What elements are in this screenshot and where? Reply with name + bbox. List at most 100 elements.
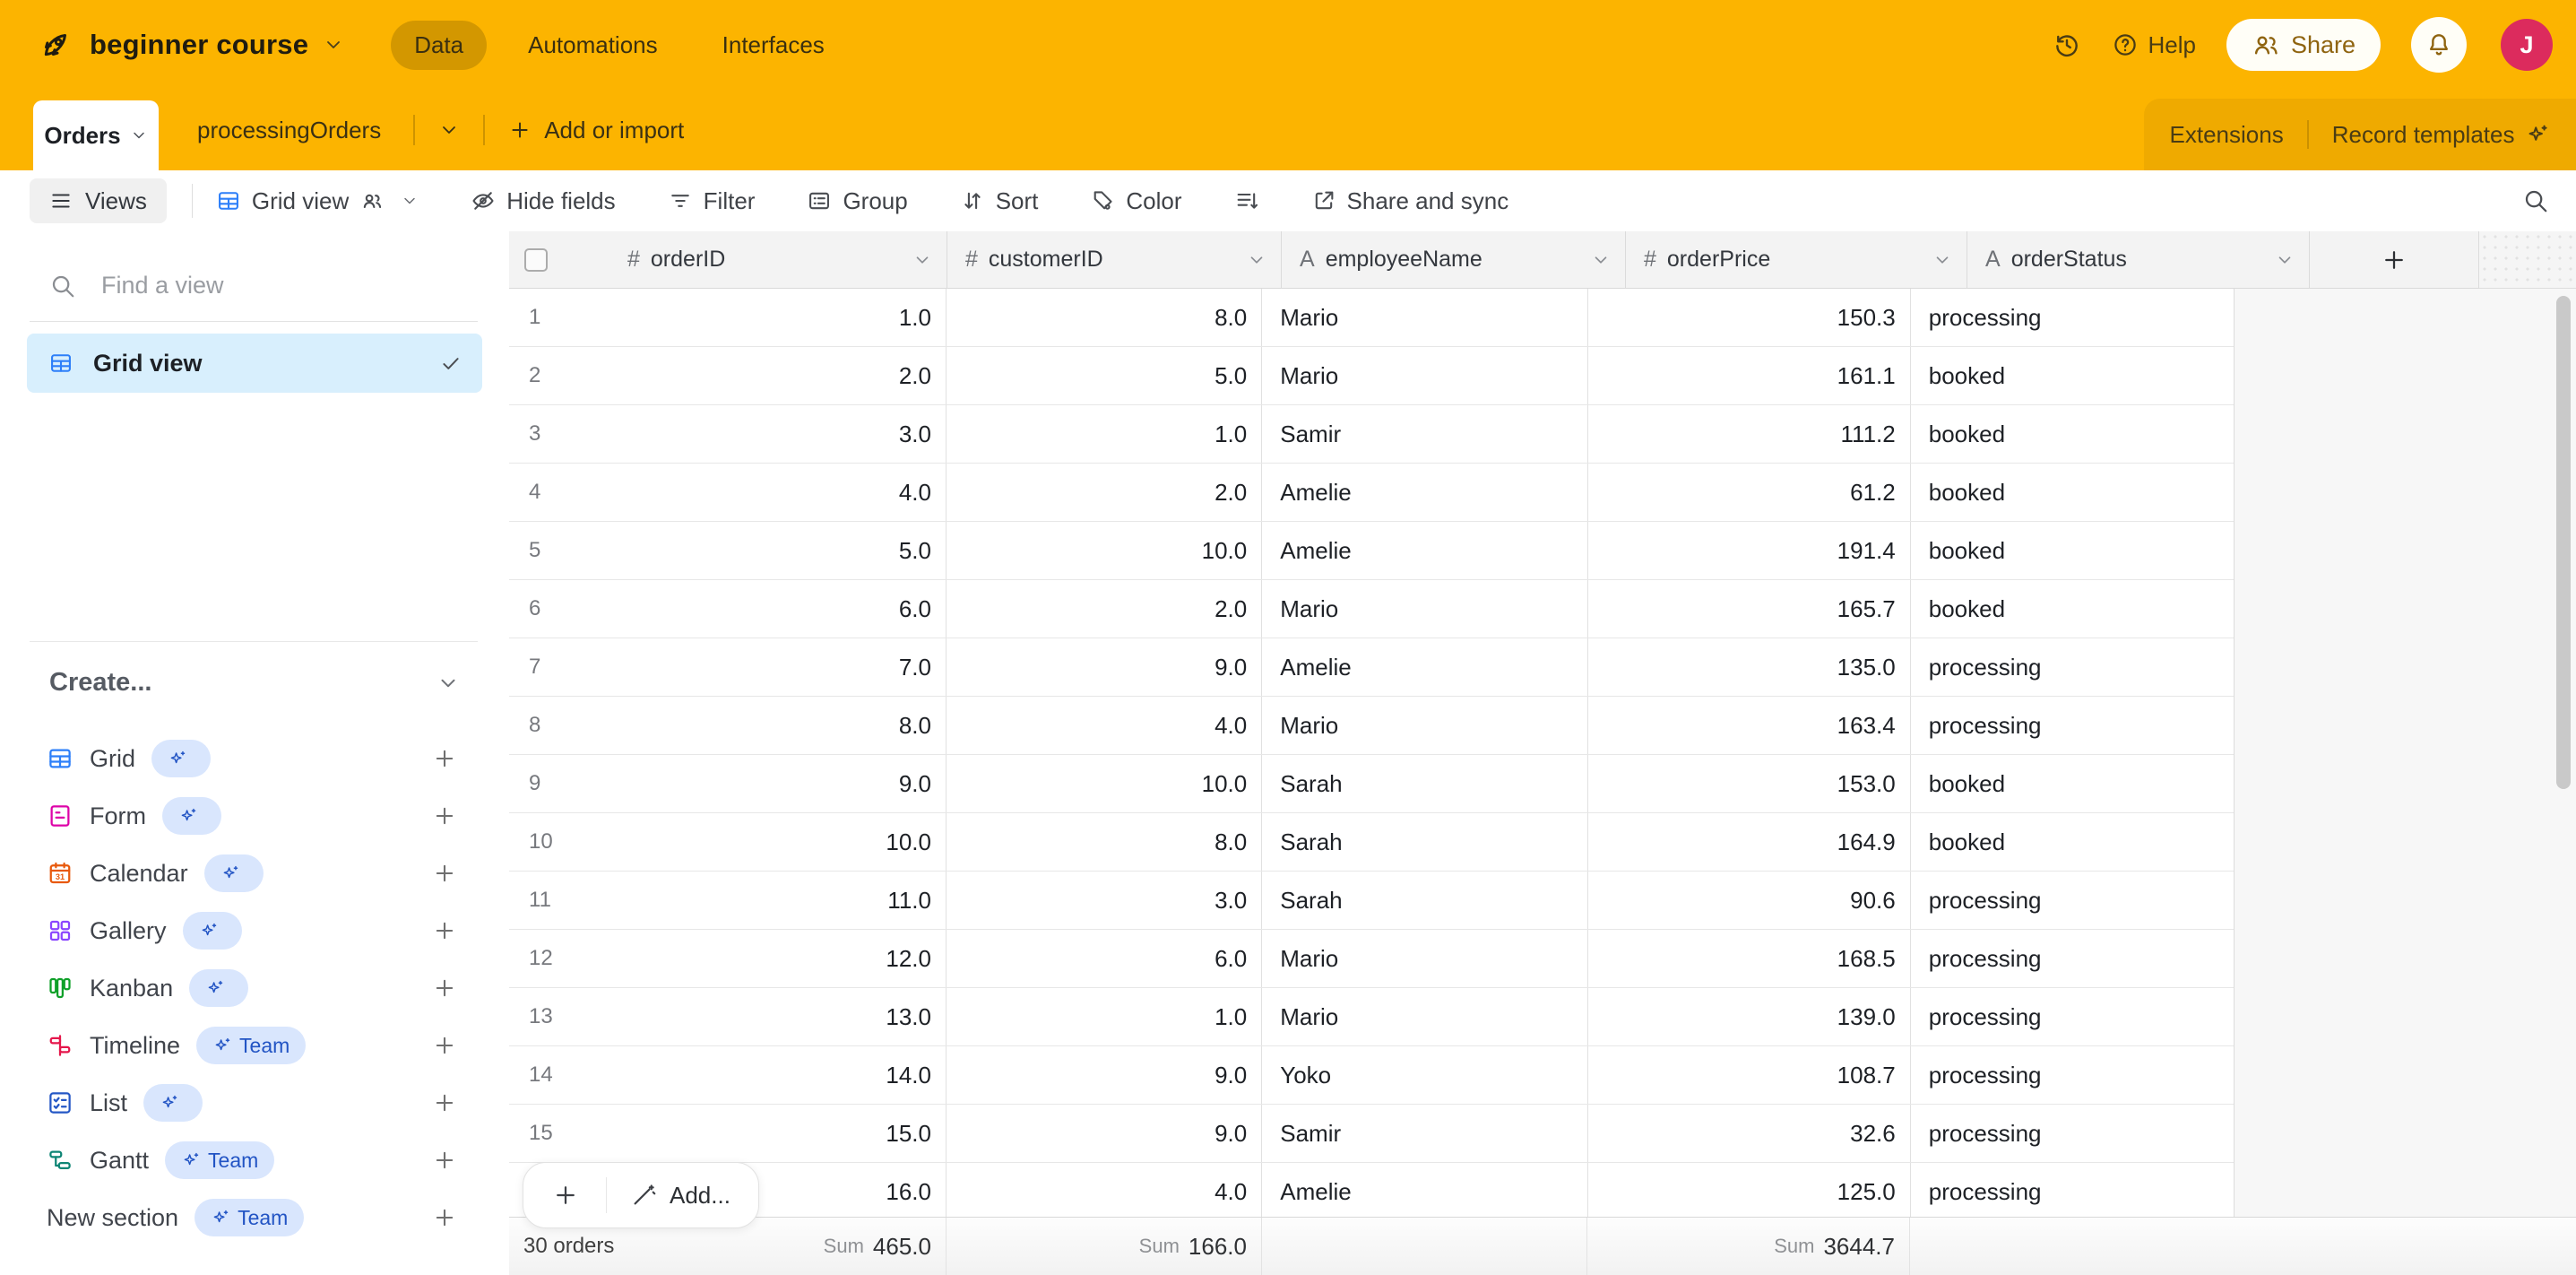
cell-orderStatus[interactable]: booked [1911,479,2234,507]
cell-orderPrice[interactable]: 32.6 [1588,1120,1910,1148]
cell-orderID[interactable]: 13.0 [627,1003,946,1031]
cell-orderID[interactable]: 1.0 [627,304,946,332]
cell-orderPrice[interactable]: 61.2 [1588,479,1910,507]
cell-employeeName[interactable]: Amelie [1262,1178,1586,1206]
cell-customerID[interactable]: 4.0 [947,1178,1261,1206]
cell-employeeName[interactable]: Samir [1262,1120,1586,1148]
cell-employeeName[interactable]: Mario [1262,362,1586,390]
avatar[interactable]: J [2501,19,2553,71]
cell-orderStatus[interactable]: processing [1911,304,2234,332]
cell-orderPrice[interactable]: 163.4 [1588,712,1910,740]
create-view-item-form[interactable]: Form [0,787,509,845]
create-view-item-gallery[interactable]: Gallery [0,902,509,959]
cell-orderPrice[interactable]: 161.1 [1588,362,1910,390]
tab-processing-orders[interactable]: processingOrders [188,117,390,144]
cell-orderStatus[interactable]: processing [1911,1178,2234,1206]
cell-customerID[interactable]: 5.0 [947,362,1261,390]
hide-fields-button[interactable]: Hide fields [471,187,615,215]
column-header-orderPrice[interactable]: # orderPrice [1626,231,1967,289]
cell-orderStatus[interactable]: processing [1911,1003,2234,1031]
base-title[interactable]: beginner course [90,29,308,61]
cell-employeeName[interactable]: Mario [1262,712,1586,740]
cell-customerID[interactable]: 4.0 [947,712,1261,740]
column-chevron-icon[interactable] [912,250,932,270]
cell-orderID[interactable]: 2.0 [627,362,946,390]
column-header-employeeName[interactable]: A employeeName [1282,231,1626,289]
column-chevron-icon[interactable] [1591,250,1611,270]
cell-orderID[interactable]: 6.0 [627,595,946,623]
base-chevron-down-icon[interactable] [323,34,344,56]
add-view-button[interactable] [432,1205,457,1230]
cell-orderPrice[interactable]: 165.7 [1588,595,1910,623]
help-button[interactable]: Help [2112,31,2195,59]
create-view-item-grid[interactable]: Grid [0,730,509,787]
views-button[interactable]: Views [30,178,167,223]
color-button[interactable]: Color [1090,187,1181,215]
cell-orderID[interactable]: 14.0 [627,1062,946,1089]
column-header-customerID[interactable]: # customerID [947,231,1282,289]
magic-wand-icon[interactable] [630,1182,657,1209]
cell-orderPrice[interactable]: 164.9 [1588,828,1910,856]
cell-orderID[interactable]: 7.0 [627,654,946,681]
add-view-button[interactable] [432,861,457,886]
create-view-item-gantt[interactable]: Gantt Team [0,1132,509,1189]
cell-orderID[interactable]: 5.0 [627,537,946,565]
cell-orderStatus[interactable]: processing [1911,1120,2234,1148]
cell-employeeName[interactable]: Mario [1262,595,1586,623]
orderID-sum[interactable]: 465.0 [873,1233,931,1261]
group-button[interactable]: Group [807,187,907,215]
vertical-scrollbar[interactable] [2556,296,2571,789]
summary-employeeName[interactable] [1262,1218,1587,1275]
cell-orderPrice[interactable]: 90.6 [1588,887,1910,915]
cell-customerID[interactable]: 2.0 [947,595,1261,623]
nav-tab-automations[interactable]: Automations [505,21,681,70]
cell-employeeName[interactable]: Amelie [1262,654,1586,681]
cell-orderID[interactable]: 8.0 [627,712,946,740]
cell-orderStatus[interactable]: booked [1911,362,2234,390]
create-view-item-list[interactable]: List [0,1074,509,1132]
cell-orderStatus[interactable]: booked [1911,770,2234,798]
select-all-checkbox[interactable] [524,248,548,272]
notifications-button[interactable] [2411,17,2467,73]
cell-orderID[interactable]: 12.0 [627,945,946,973]
cell-orderID[interactable]: 9.0 [627,770,946,798]
cell-employeeName[interactable]: Yoko [1262,1062,1586,1089]
create-view-item-timeline[interactable]: Timeline Team [0,1017,509,1074]
add-view-button[interactable] [432,1148,457,1173]
cell-orderPrice[interactable]: 191.4 [1588,537,1910,565]
add-view-button[interactable] [432,918,457,943]
column-header-orderID[interactable]: # orderID [509,231,947,289]
cell-customerID[interactable]: 2.0 [947,479,1261,507]
row-height-button[interactable] [1234,188,1259,213]
cell-employeeName[interactable]: Amelie [1262,479,1586,507]
cell-employeeName[interactable]: Sarah [1262,828,1586,856]
cell-orderPrice[interactable]: 150.3 [1588,304,1910,332]
cell-customerID[interactable]: 3.0 [947,887,1261,915]
cell-orderID[interactable]: 3.0 [627,421,946,448]
create-view-item-kanban[interactable]: Kanban [0,959,509,1017]
cell-customerID[interactable]: 10.0 [947,770,1261,798]
share-button[interactable]: Share [2226,19,2381,71]
extensions-button[interactable]: Extensions [2170,121,2284,149]
column-chevron-icon[interactable] [1247,250,1266,270]
cell-orderPrice[interactable]: 153.0 [1588,770,1910,798]
add-field-button[interactable] [2310,231,2479,289]
add-view-button[interactable] [432,803,457,828]
sort-button[interactable]: Sort [960,187,1039,215]
current-view-button[interactable]: Grid view [216,187,419,215]
cell-orderStatus[interactable]: booked [1911,828,2234,856]
record-templates-button[interactable]: Record templates [2332,121,2551,149]
cell-orderPrice[interactable]: 139.0 [1588,1003,1910,1031]
find-view-search[interactable] [49,271,444,300]
sidebar-item-grid-view[interactable]: Grid view [27,334,482,393]
add-view-button[interactable] [432,1033,457,1058]
cell-employeeName[interactable]: Sarah [1262,770,1586,798]
cell-customerID[interactable]: 9.0 [947,1120,1261,1148]
search-icon[interactable] [2522,187,2549,214]
share-and-sync-button[interactable]: Share and sync [1311,187,1509,215]
cell-orderStatus[interactable]: booked [1911,421,2234,448]
cell-customerID[interactable]: 1.0 [947,1003,1261,1031]
cell-customerID[interactable]: 6.0 [947,945,1261,973]
cell-orderPrice[interactable]: 108.7 [1588,1062,1910,1089]
cell-orderStatus[interactable]: processing [1911,945,2234,973]
